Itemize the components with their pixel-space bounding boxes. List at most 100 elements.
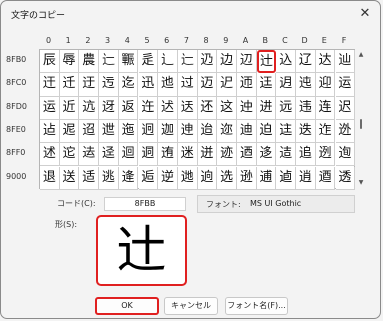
character-cell[interactable]: 逋 bbox=[256, 166, 277, 190]
character-cell[interactable]: 逍 bbox=[296, 166, 316, 190]
character-cell[interactable]: 迹 bbox=[217, 143, 237, 167]
character-cell[interactable]: 迯 bbox=[335, 119, 356, 144]
character-cell[interactable]: 返 bbox=[118, 96, 139, 120]
character-cell[interactable]: 迋 bbox=[256, 73, 277, 97]
character-cell[interactable]: 透 bbox=[335, 166, 356, 190]
character-cell[interactable]: 迶 bbox=[158, 143, 178, 167]
character-cell[interactable]: 迠 bbox=[40, 119, 60, 144]
character-cell[interactable]: 迉 bbox=[217, 73, 237, 97]
character-grid[interactable]: 辰辱農辷辴辵辶辷辸边辺辻込辽达辿迀迁迂迃迄迅迆过迈迉迊迋迌迍迎运运近迒迓返迕迖迗… bbox=[39, 49, 356, 190]
character-cell[interactable]: 農 bbox=[79, 50, 100, 74]
character-cell[interactable]: 迮 bbox=[315, 119, 336, 144]
character-cell[interactable]: 进 bbox=[256, 96, 277, 120]
close-icon[interactable]: ✕ bbox=[354, 4, 376, 24]
character-cell[interactable]: 迗 bbox=[177, 96, 198, 120]
character-cell[interactable]: 迓 bbox=[99, 96, 119, 120]
character-cell[interactable]: 违 bbox=[296, 96, 316, 120]
character-cell[interactable]: 逄 bbox=[118, 166, 139, 190]
scroll-down-icon[interactable]: ▼ bbox=[357, 179, 365, 186]
character-cell[interactable]: 迸 bbox=[197, 143, 218, 167]
character-cell[interactable]: 迩 bbox=[217, 119, 237, 144]
character-cell[interactable]: 迨 bbox=[197, 119, 218, 144]
character-cell[interactable]: 迻 bbox=[256, 143, 277, 167]
character-cell[interactable]: 迂 bbox=[79, 73, 100, 97]
character-cell[interactable]: 辺 bbox=[237, 50, 257, 74]
character-cell[interactable]: 选 bbox=[217, 166, 237, 190]
character-cell[interactable]: 迄 bbox=[118, 73, 139, 97]
character-cell[interactable]: 込 bbox=[276, 50, 297, 74]
character-cell[interactable]: 迡 bbox=[59, 119, 80, 144]
character-cell[interactable]: 达 bbox=[315, 50, 336, 74]
character-cell[interactable]: 迲 bbox=[79, 143, 100, 167]
character-cell[interactable]: 退 bbox=[40, 166, 60, 190]
character-cell[interactable]: 迌 bbox=[276, 73, 297, 97]
character-cell[interactable]: 辻 bbox=[256, 50, 277, 74]
character-cell[interactable]: 迀 bbox=[40, 73, 60, 97]
character-cell[interactable]: 迼 bbox=[276, 143, 297, 167]
character-cell[interactable]: 连 bbox=[315, 96, 336, 120]
character-cell[interactable]: 迟 bbox=[335, 96, 356, 120]
character-cell[interactable]: 迣 bbox=[99, 119, 119, 144]
character-cell[interactable]: 迕 bbox=[138, 96, 159, 120]
grid-scrollbar[interactable]: ▲ ▼ bbox=[357, 49, 365, 189]
character-cell[interactable]: 迈 bbox=[197, 73, 218, 97]
character-cell[interactable]: 迫 bbox=[256, 119, 277, 144]
character-cell[interactable]: 辶 bbox=[158, 50, 178, 74]
character-cell[interactable]: 辴 bbox=[118, 50, 139, 74]
character-cell[interactable]: 逇 bbox=[177, 166, 198, 190]
character-cell[interactable]: 运 bbox=[335, 73, 356, 97]
character-cell[interactable]: 逎 bbox=[315, 166, 336, 190]
font-name-button[interactable]: フォント名(F)... bbox=[225, 297, 288, 315]
character-cell[interactable]: 这 bbox=[217, 96, 237, 120]
character-cell[interactable]: 迆 bbox=[158, 73, 178, 97]
character-cell[interactable]: 边 bbox=[217, 50, 237, 74]
character-cell[interactable]: 逅 bbox=[138, 166, 159, 190]
cancel-button[interactable]: キャンセル bbox=[164, 297, 218, 315]
character-cell[interactable]: 辵 bbox=[138, 50, 159, 74]
character-cell[interactable]: 过 bbox=[177, 73, 198, 97]
character-cell[interactable]: 逊 bbox=[237, 166, 257, 190]
character-cell[interactable]: 迊 bbox=[237, 73, 257, 97]
character-cell[interactable]: 述 bbox=[40, 143, 60, 167]
character-cell[interactable]: 迦 bbox=[158, 119, 178, 144]
character-cell[interactable]: 迤 bbox=[118, 119, 139, 144]
character-cell[interactable]: 辸 bbox=[197, 50, 218, 74]
scroll-thumb[interactable] bbox=[360, 119, 362, 129]
character-cell[interactable]: 迾 bbox=[315, 143, 336, 167]
character-cell[interactable]: 逃 bbox=[99, 166, 119, 190]
character-cell[interactable]: 辱 bbox=[59, 50, 80, 74]
character-cell[interactable]: 迁 bbox=[59, 73, 80, 97]
character-cell[interactable]: 迃 bbox=[99, 73, 119, 97]
character-cell[interactable]: 逆 bbox=[158, 166, 178, 190]
character-cell[interactable]: 迴 bbox=[118, 143, 139, 167]
character-cell[interactable]: 逌 bbox=[276, 166, 297, 190]
character-cell[interactable]: 迷 bbox=[177, 143, 198, 167]
character-cell[interactable]: 迳 bbox=[99, 143, 119, 167]
character-cell[interactable]: 迭 bbox=[296, 119, 316, 144]
character-cell[interactable]: 送 bbox=[59, 166, 80, 190]
character-cell[interactable]: 迬 bbox=[276, 119, 297, 144]
scroll-up-icon[interactable]: ▲ bbox=[357, 51, 365, 58]
character-cell[interactable]: 迖 bbox=[158, 96, 178, 120]
character-cell[interactable]: 追 bbox=[296, 143, 316, 167]
character-cell[interactable]: 迢 bbox=[79, 119, 100, 144]
character-cell[interactable]: 迅 bbox=[138, 73, 159, 97]
character-cell[interactable]: 迍 bbox=[296, 73, 316, 97]
character-cell[interactable]: 近 bbox=[59, 96, 80, 120]
character-cell[interactable]: 远 bbox=[276, 96, 297, 120]
character-cell[interactable]: 辷 bbox=[99, 50, 119, 74]
character-cell[interactable]: 迥 bbox=[138, 119, 159, 144]
character-cell[interactable]: 迎 bbox=[315, 73, 336, 97]
character-cell[interactable]: 迱 bbox=[59, 143, 80, 167]
character-cell[interactable]: 迚 bbox=[237, 96, 257, 120]
character-cell[interactable]: 辷 bbox=[177, 50, 198, 74]
character-cell[interactable]: 辰 bbox=[40, 50, 60, 74]
character-cell[interactable]: 迒 bbox=[79, 96, 100, 120]
character-cell[interactable]: 运 bbox=[40, 96, 60, 120]
character-cell[interactable]: 迵 bbox=[138, 143, 159, 167]
character-cell[interactable]: 还 bbox=[197, 96, 218, 120]
character-cell[interactable]: 辽 bbox=[296, 50, 316, 74]
character-cell[interactable]: 迿 bbox=[335, 143, 356, 167]
character-cell[interactable]: 迪 bbox=[237, 119, 257, 144]
character-cell[interactable]: 辿 bbox=[335, 50, 356, 74]
